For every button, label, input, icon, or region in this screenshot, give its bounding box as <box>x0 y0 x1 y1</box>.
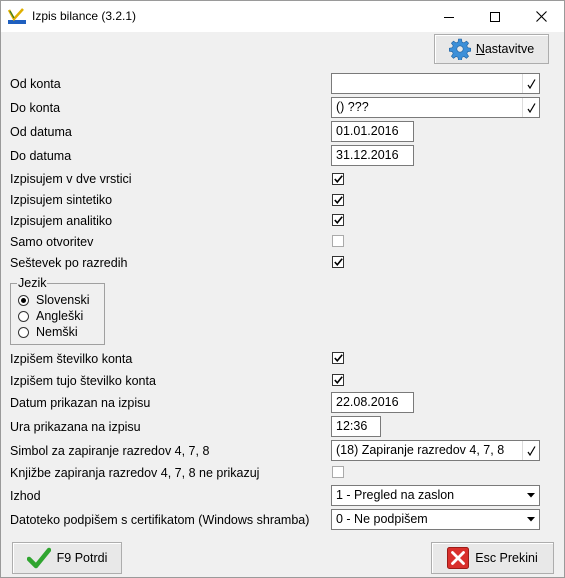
stevilko-konta-checkbox[interactable] <box>332 352 344 364</box>
checkmark-icon <box>333 196 343 204</box>
settings-button-label: Nastavitve <box>475 42 535 56</box>
izhod-select[interactable]: 1 - Pregled na zaslon <box>331 485 540 506</box>
checkmark-icon <box>333 175 343 183</box>
checkmark-icon <box>527 78 536 89</box>
jezik-groupbox: Jezik Slovenski Angleški Nemški <box>10 276 105 345</box>
ura-prikazana-label: Ura prikazana na izpisu <box>10 420 141 434</box>
gear-icon <box>448 38 471 60</box>
do-datuma-label: Do datuma <box>10 149 72 163</box>
izhod-dropdown-button[interactable] <box>522 486 539 505</box>
radio-nemski-label: Nemški <box>36 325 78 339</box>
maximize-icon <box>490 11 500 22</box>
checkmark-icon <box>333 376 343 384</box>
minimize-icon <box>444 16 454 18</box>
radio-button-selected[interactable] <box>18 294 29 306</box>
do-datuma-field[interactable]: 31.12.2016 <box>331 145 414 166</box>
knjizbe-checkbox[interactable] <box>332 466 344 478</box>
dve-vrstici-checkbox[interactable] <box>332 173 344 185</box>
podpisem-value: 0 - Ne podpišem <box>336 512 428 526</box>
sintetiko-label: Izpisujem sintetiko <box>10 193 113 207</box>
checkmark-icon <box>527 102 536 113</box>
od-datuma-field[interactable]: 01.01.2016 <box>331 121 414 142</box>
cancel-button-label: Esc Prekini <box>475 551 538 565</box>
checkmark-icon <box>527 445 536 456</box>
podpisem-select[interactable]: 0 - Ne podpišem <box>331 509 540 530</box>
ura-prikazana-value: 12:36 <box>336 419 368 433</box>
datum-prikazan-label: Datum prikazan na izpisu <box>10 396 151 410</box>
od-konta-lookup-button[interactable] <box>522 74 539 93</box>
samo-otvoritev-checkbox[interactable] <box>332 235 344 247</box>
datum-prikazan-value: 22.08.2016 <box>336 395 399 409</box>
do-konta-label: Do konta <box>10 101 61 115</box>
app-icon <box>8 8 26 24</box>
sestevek-checkbox[interactable] <box>332 256 344 268</box>
checkmark-icon <box>333 354 343 362</box>
minimize-button[interactable] <box>426 1 472 32</box>
ura-prikazana-field[interactable]: 12:36 <box>331 416 381 437</box>
radio-slovenski[interactable]: Slovenski <box>18 293 90 307</box>
simbol-field[interactable]: (18) Zapiranje razredov 4, 7, 8 <box>331 440 540 461</box>
checkmark-icon <box>333 216 343 224</box>
do-datuma-value: 31.12.2016 <box>336 148 399 162</box>
settings-button[interactable]: Nastavitve <box>434 34 549 64</box>
close-icon <box>535 11 547 22</box>
chevron-down-icon <box>526 493 535 498</box>
radio-slovenski-label: Slovenski <box>36 293 90 307</box>
od-datuma-value: 01.01.2016 <box>336 124 399 138</box>
do-konta-field[interactable]: () ??? <box>331 97 540 118</box>
od-konta-field[interactable] <box>331 73 540 94</box>
tujo-stevilko-label: Izpišem tujo številko konta <box>10 374 156 388</box>
close-button[interactable] <box>518 1 564 32</box>
checkmark-icon <box>333 258 343 266</box>
jezik-group-title: Jezik <box>17 276 48 290</box>
stevilko-konta-label: Izpišem številko konta <box>10 352 133 366</box>
analitiko-label: Izpisujem analitiko <box>10 214 113 228</box>
radio-angleski[interactable]: Angleški <box>18 309 83 323</box>
cancel-button[interactable]: Esc Prekini <box>431 542 554 574</box>
simbol-label: Simbol za zapiranje razredov 4, 7, 8 <box>10 444 210 458</box>
window-title: Izpis bilance (3.2.1) <box>32 9 137 23</box>
dve-vrstici-label: Izpisujem v dve vrstici <box>10 172 132 186</box>
izhod-label: Izhod <box>10 489 41 503</box>
izpis-bilance-window: Izpis bilance (3.2.1) Nastavitve Od kont… <box>0 0 565 578</box>
title-bar: Izpis bilance (3.2.1) <box>1 1 564 32</box>
samo-otvoritev-label: Samo otvoritev <box>10 235 94 249</box>
checkmark-icon <box>26 547 51 569</box>
od-konta-label: Od konta <box>10 77 61 91</box>
tujo-stevilko-checkbox[interactable] <box>332 374 344 386</box>
do-konta-lookup-button[interactable] <box>522 98 539 117</box>
radio-angleski-label: Angleški <box>36 309 84 323</box>
knjizbe-label: Knjižbe zapiranja razredov 4, 7, 8 ne pr… <box>10 466 260 480</box>
do-konta-value: () ??? <box>336 100 369 114</box>
sintetiko-checkbox[interactable] <box>332 194 344 206</box>
datum-prikazan-field[interactable]: 22.08.2016 <box>331 392 414 413</box>
chevron-down-icon <box>526 517 535 522</box>
radio-button[interactable] <box>18 326 29 338</box>
confirm-button-label: F9 Potrdi <box>56 551 108 565</box>
cancel-x-icon <box>447 547 470 569</box>
analitiko-checkbox[interactable] <box>332 214 344 226</box>
radio-nemski[interactable]: Nemški <box>18 325 78 339</box>
confirm-button[interactable]: F9 Potrdi <box>12 542 122 574</box>
podpisem-label: Datoteko podpišem s certifikatom (Window… <box>10 513 310 527</box>
maximize-button[interactable] <box>472 1 518 32</box>
radio-button[interactable] <box>18 310 29 322</box>
podpisem-dropdown-button[interactable] <box>522 510 539 529</box>
od-datuma-label: Od datuma <box>10 125 72 139</box>
simbol-value: (18) Zapiranje razredov 4, 7, 8 <box>336 443 505 457</box>
izhod-value: 1 - Pregled na zaslon <box>336 488 455 502</box>
simbol-lookup-button[interactable] <box>522 441 539 460</box>
sestevek-label: Seštevek po razredih <box>10 256 128 270</box>
